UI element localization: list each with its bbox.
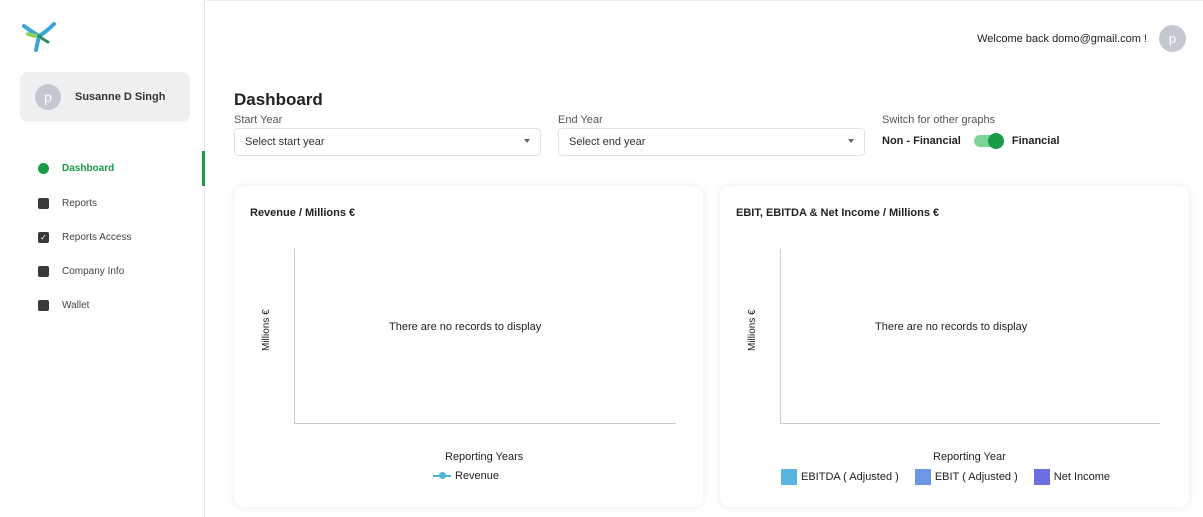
end-year-label: End Year: [558, 114, 603, 126]
sidebar-item-label: Reports: [62, 197, 98, 209]
legend-label: EBIT ( Adjusted ): [934, 471, 1018, 483]
legend-label: Net Income: [1053, 471, 1111, 483]
sidebar-item-reports[interactable]: Reports: [0, 186, 205, 220]
start-year-select[interactable]: Select start year: [234, 128, 541, 156]
start-year-label: Start Year: [234, 114, 283, 126]
legend-label: Revenue: [455, 470, 500, 482]
plot-area: [294, 249, 676, 424]
briefcase-icon: [38, 265, 49, 277]
sidebar-item-label: Wallet: [62, 299, 90, 311]
sidebar-item-label: Company Info: [62, 265, 125, 277]
sidebar-nav: Dashboard Reports ✓ Reports Access Compa…: [0, 151, 205, 322]
empty-message: There are no records to display: [389, 321, 542, 333]
sidebar-item-reports-access[interactable]: ✓ Reports Access: [0, 220, 205, 254]
pie-chart-icon: [38, 163, 49, 174]
app-logo-icon[interactable]: [22, 22, 56, 52]
end-year-select[interactable]: Select end year: [558, 128, 865, 156]
end-year-placeholder: Select end year: [569, 136, 646, 148]
sidebar-item-company-info[interactable]: Company Info: [0, 254, 205, 288]
legend-line-marker: [433, 472, 451, 479]
sidebar-item-label: Reports Access: [62, 231, 132, 243]
file-icon: [38, 197, 49, 209]
sidebar-item-dashboard[interactable]: Dashboard: [0, 151, 205, 186]
sidebar: p Susanne D Singh Dashboard Reports ✓ Re…: [0, 0, 205, 517]
x-axis-label: Reporting Year: [933, 451, 1006, 463]
panel-title: EBIT, EBITDA & Net Income / Millions €: [736, 207, 940, 219]
financial-toggle[interactable]: [973, 133, 1004, 149]
y-axis-label: Millions €: [747, 309, 758, 351]
plot-area: [780, 249, 1160, 424]
user-name: Susanne D Singh: [75, 91, 166, 103]
sidebar-item-label: Dashboard: [62, 163, 115, 174]
start-year-placeholder: Select start year: [245, 136, 325, 148]
non-financial-label: Non - Financial: [882, 135, 961, 147]
legend-swatch: [781, 469, 797, 485]
checkbox-icon: ✓: [38, 231, 49, 243]
avatar: p: [35, 84, 61, 110]
revenue-panel: Revenue / Millions € Millions € There ar…: [234, 186, 703, 507]
chevron-down-icon: [524, 139, 530, 143]
y-axis-label: Millions €: [261, 309, 272, 351]
legend-item-ebit[interactable]: EBIT ( Adjusted ): [914, 469, 1018, 485]
toggle-knob: [987, 133, 1004, 149]
legend-item-ebitda[interactable]: EBITDA ( Adjusted ): [781, 469, 899, 485]
panel-title: Revenue / Millions €: [250, 207, 356, 219]
legend-label: EBITDA ( Adjusted ): [801, 471, 899, 483]
wallet-icon: [38, 299, 49, 311]
welcome-text: Welcome back domo@gmail.com !: [977, 33, 1147, 45]
graph-switch-row: Non - Financial Financial: [882, 133, 1060, 149]
legend-swatch: [1033, 469, 1050, 485]
financial-label: Financial: [1011, 135, 1060, 147]
switch-label: Switch for other graphs: [882, 114, 996, 126]
sidebar-item-wallet[interactable]: Wallet: [0, 288, 205, 322]
user-card[interactable]: p Susanne D Singh: [20, 72, 190, 122]
empty-message: There are no records to display: [875, 321, 1028, 333]
chevron-down-icon: [848, 139, 854, 143]
legend: EBITDA ( Adjusted ) EBIT ( Adjusted ) Ne…: [781, 469, 1126, 485]
legend-swatch: [914, 469, 931, 485]
x-axis-label: Reporting Years: [445, 451, 524, 463]
page-title: Dashboard: [234, 90, 323, 109]
topbar: [206, 0, 1203, 5]
income-panel: EBIT, EBITDA & Net Income / Millions € M…: [720, 186, 1189, 507]
legend-item-net-income[interactable]: Net Income: [1033, 469, 1111, 485]
avatar[interactable]: p: [1159, 25, 1186, 52]
legend: Revenue: [433, 470, 499, 482]
